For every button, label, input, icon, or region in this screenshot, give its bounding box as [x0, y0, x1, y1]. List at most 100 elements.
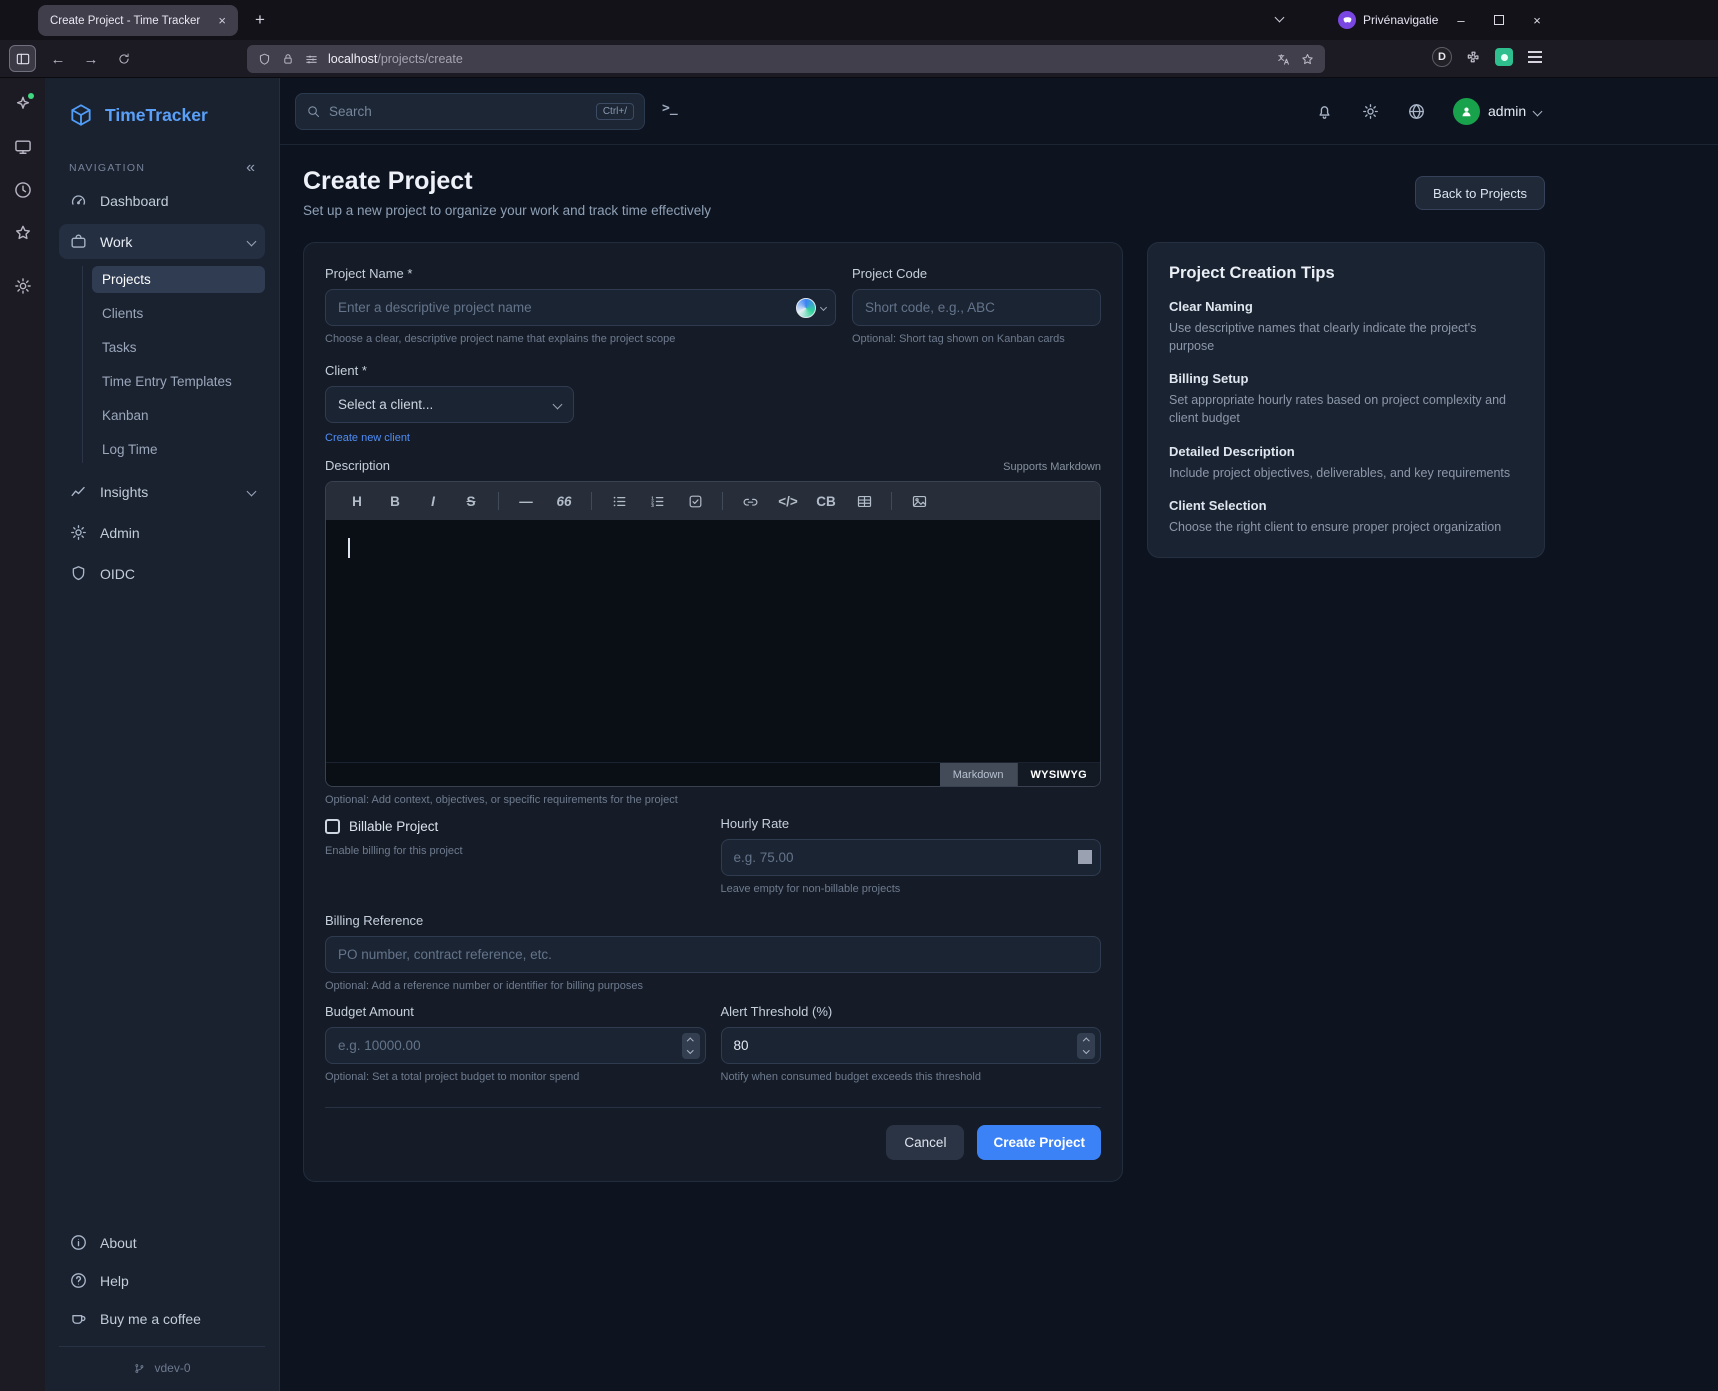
bold-icon[interactable]: B	[376, 482, 414, 520]
history-clock-icon[interactable]	[9, 176, 37, 204]
git-branch-icon	[133, 1362, 146, 1375]
alert-threshold-stepper[interactable]	[1077, 1033, 1095, 1059]
app-logo[interactable]: TimeTracker	[45, 78, 279, 134]
tracking-shield-icon[interactable]	[257, 52, 272, 67]
sidebar-collapse-button[interactable]: «	[246, 160, 255, 176]
search-input[interactable]	[329, 104, 588, 119]
back-to-projects-button[interactable]: Back to Projects	[1415, 176, 1545, 210]
translate-icon[interactable]	[1276, 52, 1291, 67]
sidebar-subitem-time-entry-templates[interactable]: Time Entry Templates	[92, 368, 265, 395]
tip-item: Billing Setup Set appropriate hourly rat…	[1169, 371, 1523, 427]
maximize-button[interactable]	[1480, 0, 1518, 40]
inline-code-icon[interactable]: </>	[769, 482, 807, 520]
sidebar-item-label: Work	[100, 234, 132, 250]
ordered-list-icon[interactable]: 123	[638, 482, 676, 520]
budget-amount-input[interactable]	[325, 1027, 706, 1064]
bookmarks-star-icon[interactable]	[9, 219, 37, 247]
close-button[interactable]: ×	[1518, 0, 1556, 40]
forward-button[interactable]: →	[78, 47, 104, 71]
tab-list-chevron-icon[interactable]	[1275, 13, 1285, 23]
back-button[interactable]: ←	[45, 47, 71, 71]
url-bar[interactable]: localhost/projects/create	[247, 45, 1325, 73]
editor-content-area[interactable]	[326, 520, 1100, 762]
cancel-button[interactable]: Cancel	[886, 1125, 964, 1160]
image-icon[interactable]	[900, 482, 938, 520]
supports-markdown-hint: Supports Markdown	[1003, 461, 1101, 473]
horizontal-rule-icon[interactable]: —	[507, 482, 545, 520]
svg-text:3: 3	[651, 503, 654, 509]
bookmark-star-icon[interactable]	[1300, 52, 1315, 67]
task-list-icon[interactable]	[676, 482, 714, 520]
table-icon[interactable]	[845, 482, 883, 520]
sidebar-item-help[interactable]: Help	[59, 1263, 265, 1298]
sidebar-item-admin[interactable]: Admin	[59, 515, 265, 550]
new-tab-button[interactable]: +	[248, 8, 272, 32]
browser-toolbar: ← → localhost/projects/create D	[0, 40, 1718, 78]
search-icon	[306, 104, 321, 119]
sidebar-item-work[interactable]: Work	[59, 224, 265, 259]
alert-threshold-input[interactable]	[721, 1027, 1102, 1064]
reload-button[interactable]	[111, 47, 137, 71]
sidebar-subitem-log-time[interactable]: Log Time	[92, 436, 265, 463]
tips-title: Project Creation Tips	[1169, 264, 1523, 283]
minimize-button[interactable]: –	[1442, 0, 1480, 40]
sidebar-item-buy-me-a-coffee[interactable]: Buy me a coffee	[59, 1301, 265, 1336]
description-editor[interactable]: H B I S — 66 123 </> CB	[325, 481, 1101, 787]
client-select-value: Select a client...	[338, 397, 433, 412]
text-caret	[348, 538, 350, 558]
emoji-picker-button[interactable]	[793, 296, 829, 319]
budget-stepper[interactable]	[682, 1033, 700, 1059]
sidebar-item-insights[interactable]: Insights	[59, 474, 265, 509]
ai-sparkle-icon[interactable]	[9, 90, 37, 118]
extension-d-icon[interactable]: D	[1432, 47, 1452, 67]
page-title: Create Project	[303, 167, 473, 196]
project-code-input[interactable]	[852, 289, 1101, 326]
create-new-client-link[interactable]: Create new client	[325, 432, 410, 444]
project-creation-tips-card: Project Creation Tips Clear Naming Use d…	[1147, 242, 1545, 558]
sidebar-subitem-clients[interactable]: Clients	[92, 300, 265, 327]
url-text[interactable]: localhost/projects/create	[328, 52, 1267, 66]
project-code-label: Project Code	[852, 266, 1101, 281]
billing-reference-input[interactable]	[325, 936, 1101, 973]
tab-markdown[interactable]: Markdown	[940, 763, 1017, 786]
sidebar-item-oidc[interactable]: OIDC	[59, 556, 265, 591]
extensions-puzzle-icon[interactable]	[1465, 49, 1482, 66]
blockquote-icon[interactable]: 66	[545, 482, 583, 520]
code-block-icon[interactable]: CB	[807, 482, 845, 520]
global-search[interactable]: Ctrl+/	[295, 93, 645, 130]
link-icon[interactable]	[731, 482, 769, 520]
settings-gear-icon[interactable]	[1361, 102, 1380, 121]
connection-lock-icon[interactable]	[281, 52, 295, 66]
heading-icon[interactable]: H	[338, 482, 376, 520]
sidebar-item-about[interactable]: About	[59, 1225, 265, 1260]
billable-checkbox[interactable]	[325, 819, 340, 834]
language-globe-icon[interactable]	[1407, 102, 1426, 121]
create-project-button[interactable]: Create Project	[977, 1125, 1101, 1160]
private-mask-icon	[1338, 11, 1356, 29]
tab-close-icon[interactable]: ×	[214, 12, 230, 29]
hourly-rate-input[interactable]	[721, 839, 1102, 876]
notifications-bell-icon[interactable]	[1315, 102, 1334, 121]
command-terminal-icon[interactable]: >_	[662, 101, 678, 116]
page-subtitle: Set up a new project to organize your wo…	[303, 203, 711, 218]
permissions-icon[interactable]	[304, 52, 319, 67]
strip-settings-gear-icon[interactable]	[9, 272, 37, 300]
sidebar-subitem-kanban[interactable]: Kanban	[92, 402, 265, 429]
project-name-input[interactable]	[325, 289, 836, 326]
synced-tabs-icon[interactable]	[9, 133, 37, 161]
hourly-rate-spinner[interactable]	[1078, 850, 1092, 864]
client-select[interactable]: Select a client...	[325, 386, 574, 423]
strikethrough-icon[interactable]: S	[452, 482, 490, 520]
extension-green-icon[interactable]	[1495, 48, 1513, 66]
menu-hamburger-icon[interactable]	[1526, 47, 1544, 66]
sidebar-subitem-projects[interactable]: Projects	[92, 266, 265, 293]
sidebar-item-dashboard[interactable]: Dashboard	[59, 183, 265, 218]
user-menu[interactable]: admin	[1453, 98, 1541, 125]
sidebar-toggle-button[interactable]	[9, 45, 36, 72]
browser-tab[interactable]: Create Project - Time Tracker ×	[38, 5, 238, 36]
bullet-list-icon[interactable]	[600, 482, 638, 520]
italic-icon[interactable]: I	[414, 482, 452, 520]
tip-heading: Billing Setup	[1169, 371, 1523, 386]
tab-wysiwyg[interactable]: WYSIWYG	[1017, 763, 1101, 786]
sidebar-subitem-tasks[interactable]: Tasks	[92, 334, 265, 361]
